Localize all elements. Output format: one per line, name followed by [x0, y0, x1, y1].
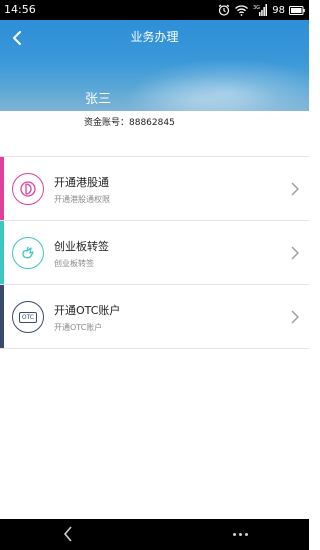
menu-item-subtitle: 开通OTC账户: [54, 323, 103, 332]
battery-icon: [289, 5, 305, 15]
alarm-icon: [218, 4, 230, 16]
menu-item-subtitle: 开通港股通权限: [54, 195, 110, 204]
gem-transfer-icon: [12, 237, 44, 269]
accent-bar: [0, 157, 4, 220]
chevron-right-icon: [291, 182, 299, 196]
chevron-right-icon: [291, 310, 299, 324]
menu-item-hk-connect[interactable]: 开通港股通 开通港股通权限: [0, 157, 309, 221]
menu-item-label: 创业板转签: [54, 240, 109, 253]
signal-icon: 3G: [253, 4, 268, 16]
status-bar: 14:56 3G 98: [0, 0, 309, 20]
user-name: 张三: [85, 92, 112, 107]
system-nav-bar: [0, 519, 309, 550]
wifi-icon: [235, 4, 249, 16]
more-dot-icon: [244, 532, 248, 536]
chevron-right-icon: [291, 246, 299, 260]
menu-item-gem-transfer[interactable]: 创业板转签 创业板转签: [0, 221, 309, 285]
service-menu: 开通港股通 开通港股通权限 创业板转签 创业板转签 OTC 开通OTC账户 开通…: [0, 156, 309, 349]
more-dot-icon: [238, 532, 242, 536]
status-icons: 3G 98: [218, 2, 305, 18]
nav-back-button[interactable]: [58, 523, 78, 545]
accent-bar: [0, 221, 4, 284]
more-button[interactable]: [228, 527, 252, 541]
more-dot-icon: [232, 532, 236, 536]
page-title: 业务办理: [130, 30, 179, 44]
account-number: 资金账号：88862845: [84, 118, 175, 128]
otc-icon-text: OTC: [18, 311, 38, 323]
hk-connect-icon: [12, 173, 44, 205]
header-banner: 业务办理 张三: [0, 20, 309, 111]
battery-percent: 98: [272, 4, 285, 16]
status-time: 14:56: [4, 3, 36, 16]
accent-bar: [0, 285, 4, 348]
menu-item-otc-account[interactable]: OTC 开通OTC账户 开通OTC账户: [0, 285, 309, 349]
menu-item-label: 开通OTC账户: [54, 304, 121, 317]
menu-item-label: 开通港股通: [54, 176, 109, 189]
menu-item-subtitle: 创业板转签: [54, 259, 94, 268]
svg-text:3G: 3G: [253, 5, 260, 11]
otc-icon: OTC: [12, 301, 44, 333]
chevron-left-icon: [63, 526, 72, 542]
